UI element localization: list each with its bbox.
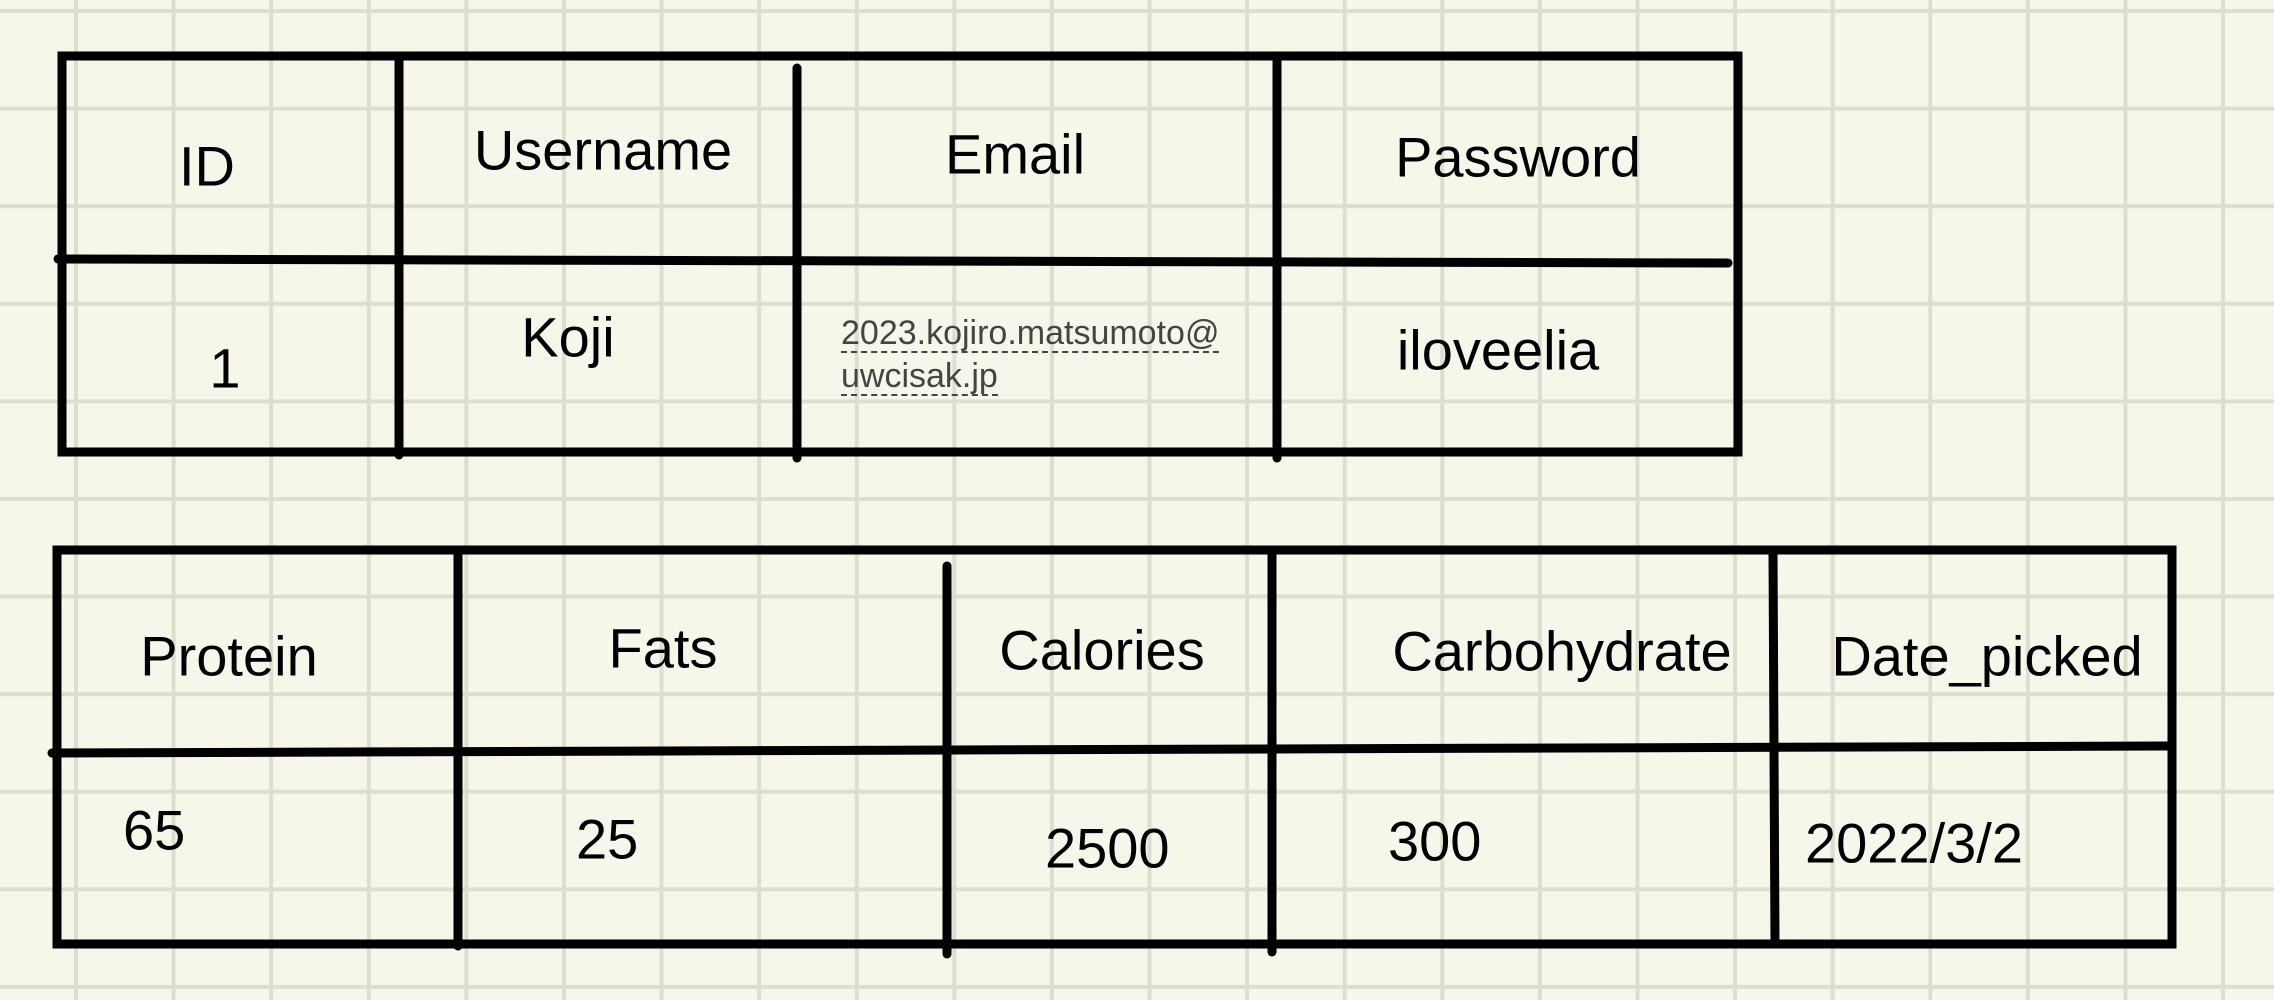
email-line-2[interactable]: uwcisak.jp bbox=[841, 358, 998, 396]
header-fats: Fats bbox=[608, 616, 718, 680]
cell-protein: 65 bbox=[123, 798, 186, 862]
cell-email[interactable]: 2023.kojiro.matsumoto@ uwcisak.jp bbox=[841, 312, 1220, 398]
nutrition-header-divider bbox=[47, 741, 2172, 758]
header-password: Password bbox=[1395, 125, 1641, 189]
cell-id: 1 bbox=[209, 336, 241, 400]
nutrition-column-divider bbox=[1768, 547, 1780, 949]
header-username: Username bbox=[473, 118, 733, 182]
cell-password: iloveelia bbox=[1396, 318, 1600, 382]
cell-carbohydrate: 300 bbox=[1388, 809, 1482, 873]
cell-date-picked: 2022/3/2 bbox=[1805, 811, 2023, 875]
cell-calories: 2500 bbox=[1045, 816, 1170, 880]
header-date-picked: Date_picked bbox=[1831, 624, 2143, 688]
users-header-divider bbox=[53, 254, 1733, 268]
header-email: Email bbox=[944, 122, 1086, 186]
header-id: ID bbox=[179, 134, 235, 198]
cell-fats: 25 bbox=[576, 807, 639, 871]
header-calories: Calories bbox=[999, 618, 1205, 682]
header-carbohydrate: Carbohydrate bbox=[1392, 619, 1732, 683]
cell-username: Koji bbox=[521, 305, 615, 369]
header-protein: Protein bbox=[140, 624, 318, 688]
email-line-1[interactable]: 2023.kojiro.matsumoto@ bbox=[841, 315, 1220, 353]
